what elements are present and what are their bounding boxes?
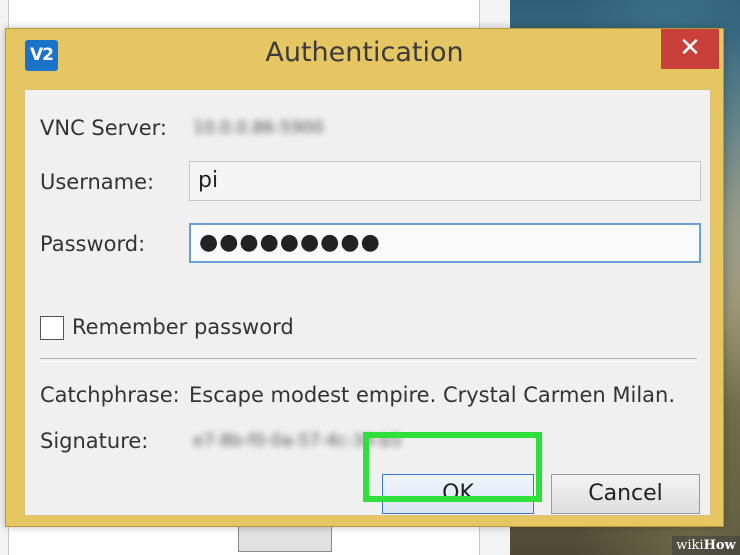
watermark-part2: How [703,538,736,553]
username-label: Username: [40,170,155,194]
signature-value: e7-8b-f0-0a-57-4c-34-b5 [193,431,402,451]
wikihow-watermark: wikiHow [672,536,740,555]
remember-password-label[interactable]: Remember password [72,315,294,339]
divider [40,358,697,362]
dialog-title: Authentication [265,37,464,68]
ok-button[interactable]: OK [382,474,534,514]
password-value: ●●●●●●●●● [199,230,381,255]
screen: V2 Authentication ✕ VNC Server: 10.0.0.8… [0,0,740,555]
dialog-titlebar: V2 Authentication ✕ [6,29,723,81]
signature-label: Signature: [40,429,149,453]
username-value: pi [198,168,219,193]
remember-password-checkbox[interactable] [40,316,64,340]
vnc-server-label: VNC Server: [40,116,167,140]
username-input[interactable]: pi [189,161,701,201]
catchphrase-label: Catchphrase: [40,383,180,407]
close-button[interactable]: ✕ [661,29,719,69]
dialog-content: VNC Server: 10.0.0.86-5900 Username: pi … [24,89,711,516]
password-input[interactable]: ●●●●●●●●● [189,223,701,263]
authentication-dialog: V2 Authentication ✕ VNC Server: 10.0.0.8… [5,28,724,527]
catchphrase-value: Escape modest empire. Crystal Carmen Mil… [189,383,676,407]
vnc-server-value: 10.0.0.86-5900 [193,118,324,138]
cancel-button[interactable]: Cancel [551,474,700,514]
watermark-part1: wiki [676,538,704,553]
close-icon: ✕ [679,33,701,63]
password-label: Password: [40,232,146,256]
